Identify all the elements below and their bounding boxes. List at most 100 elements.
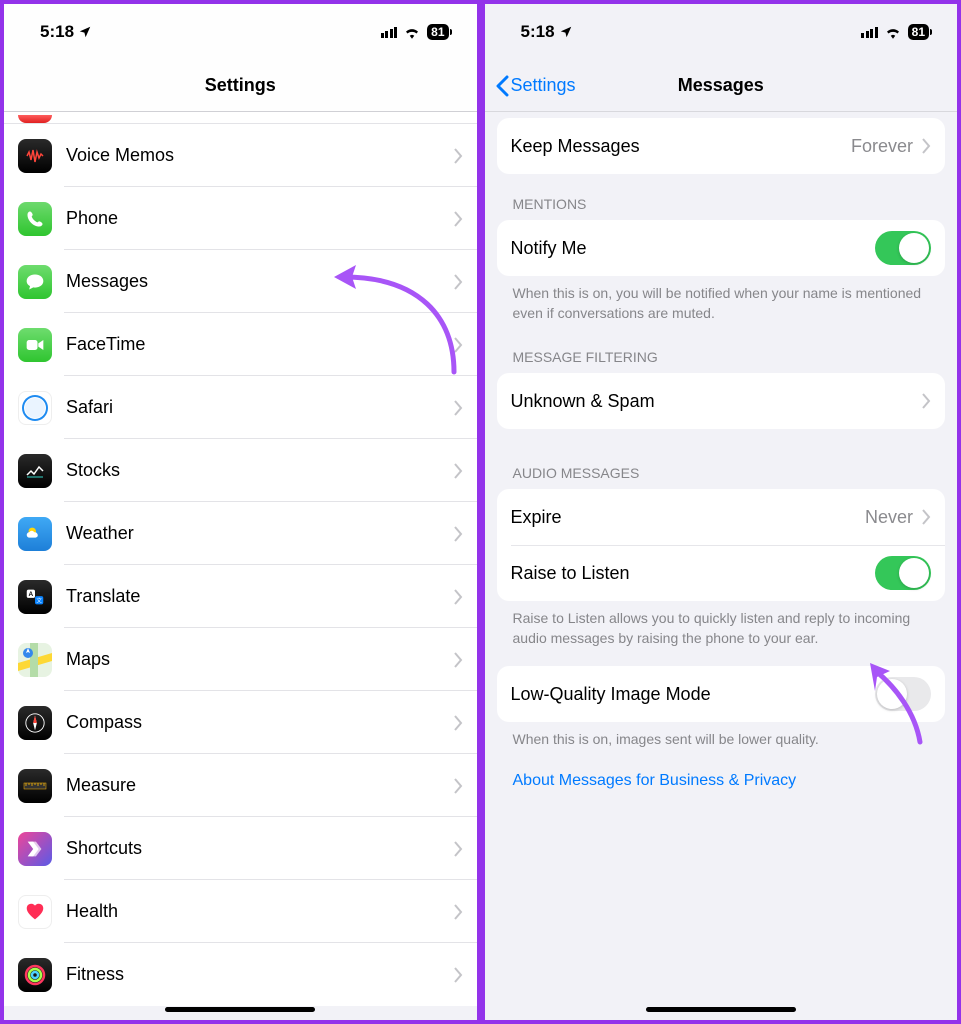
- chevron-right-icon: [921, 393, 931, 409]
- settings-row-facetime[interactable]: FaceTime: [4, 313, 477, 376]
- row-label: Translate: [66, 586, 453, 607]
- row-low-quality-image: Low-Quality Image Mode: [497, 666, 946, 722]
- row-label: Keep Messages: [511, 136, 851, 157]
- back-label: Settings: [511, 75, 576, 96]
- chevron-right-icon: [453, 337, 463, 353]
- cellular-icon: [381, 26, 398, 38]
- chevron-right-icon: [453, 841, 463, 857]
- chevron-right-icon: [453, 274, 463, 290]
- settings-list-scroll[interactable]: Voice Memos Phone Messages: [4, 112, 477, 1020]
- status-time: 5:18: [521, 22, 555, 42]
- nav-bar: Settings Messages: [485, 60, 958, 112]
- measure-icon: [18, 769, 52, 803]
- location-icon: [559, 25, 573, 39]
- row-label: Unknown & Spam: [511, 391, 922, 412]
- settings-row-fitness[interactable]: Fitness: [4, 943, 477, 1006]
- settings-row-weather[interactable]: Weather: [4, 502, 477, 565]
- status-bar: 5:18 81: [485, 4, 958, 60]
- messages-settings-scroll[interactable]: Keep Messages Forever MENTIONS Notify Me…: [485, 112, 958, 1020]
- chevron-right-icon: [921, 138, 931, 154]
- back-button[interactable]: Settings: [495, 75, 576, 97]
- row-unknown-spam[interactable]: Unknown & Spam: [497, 373, 946, 429]
- nav-bar: Settings: [4, 60, 477, 112]
- chevron-right-icon: [453, 148, 463, 164]
- section-header-mentions: MENTIONS: [497, 174, 946, 220]
- settings-row-health[interactable]: Health: [4, 880, 477, 943]
- chevron-right-icon: [453, 904, 463, 920]
- right-screenshot: 5:18 81 Settings Messages: [481, 0, 961, 1024]
- chevron-right-icon: [453, 589, 463, 605]
- settings-row-safari[interactable]: Safari: [4, 376, 477, 439]
- row-detail: Never: [865, 507, 913, 528]
- settings-row-translate[interactable]: A文 Translate: [4, 565, 477, 628]
- cellular-icon: [861, 26, 878, 38]
- chevron-right-icon: [453, 715, 463, 731]
- stocks-icon: [18, 454, 52, 488]
- settings-row-voice-memos[interactable]: Voice Memos: [4, 124, 477, 187]
- raise-to-listen-toggle[interactable]: [875, 556, 931, 590]
- maps-icon: [18, 643, 52, 677]
- nav-title: Messages: [678, 75, 764, 96]
- svg-text:文: 文: [36, 596, 42, 604]
- chevron-right-icon: [453, 967, 463, 983]
- location-icon: [78, 25, 92, 39]
- translate-icon: A文: [18, 580, 52, 614]
- wifi-icon: [403, 25, 421, 39]
- about-privacy-link[interactable]: About Messages for Business & Privacy: [497, 754, 946, 808]
- status-time: 5:18: [40, 22, 74, 42]
- chevron-right-icon: [453, 778, 463, 794]
- chevron-right-icon: [453, 652, 463, 668]
- svg-text:A: A: [29, 591, 34, 598]
- safari-icon: [18, 391, 52, 425]
- wifi-icon: [884, 25, 902, 39]
- row-label: Expire: [511, 507, 865, 528]
- notify-me-toggle[interactable]: [875, 231, 931, 265]
- home-indicator: [646, 1007, 796, 1012]
- row-label: Notify Me: [511, 238, 876, 259]
- chevron-right-icon: [453, 526, 463, 542]
- row-label: Messages: [66, 271, 453, 292]
- settings-row-messages[interactable]: Messages: [4, 250, 477, 313]
- section-header-filtering: MESSAGE FILTERING: [497, 327, 946, 373]
- nav-title: Settings: [205, 75, 276, 96]
- chevron-left-icon: [495, 75, 509, 97]
- row-label: Phone: [66, 208, 453, 229]
- fitness-icon: [18, 958, 52, 992]
- battery-icon: 81: [908, 24, 929, 40]
- row-label: Measure: [66, 775, 453, 796]
- section-footer-audio: Raise to Listen allows you to quickly li…: [497, 601, 946, 652]
- chevron-right-icon: [921, 509, 931, 525]
- row-label: Voice Memos: [66, 145, 453, 166]
- row-label: Low-Quality Image Mode: [511, 684, 876, 705]
- section-footer-mentions: When this is on, you will be notified wh…: [497, 276, 946, 327]
- row-label: FaceTime: [66, 334, 453, 355]
- row-raise-to-listen: Raise to Listen: [497, 545, 946, 601]
- voice-memos-icon: [18, 139, 52, 173]
- messages-icon: [18, 265, 52, 299]
- row-notify-me: Notify Me: [497, 220, 946, 276]
- battery-icon: 81: [427, 24, 448, 40]
- chevron-right-icon: [453, 211, 463, 227]
- settings-row-phone[interactable]: Phone: [4, 187, 477, 250]
- row-label: Shortcuts: [66, 838, 453, 859]
- row-expire[interactable]: Expire Never: [497, 489, 946, 545]
- low-quality-toggle[interactable]: [875, 677, 931, 711]
- settings-row-measure[interactable]: Measure: [4, 754, 477, 817]
- chevron-right-icon: [453, 463, 463, 479]
- compass-icon: [18, 706, 52, 740]
- settings-row-maps[interactable]: Maps: [4, 628, 477, 691]
- health-icon: [18, 895, 52, 929]
- settings-row-compass[interactable]: Compass: [4, 691, 477, 754]
- chevron-right-icon: [453, 400, 463, 416]
- row-label: Weather: [66, 523, 453, 544]
- row-detail: Forever: [851, 136, 913, 157]
- shortcuts-icon: [18, 832, 52, 866]
- row-label: Compass: [66, 712, 453, 733]
- row-label: Raise to Listen: [511, 563, 876, 584]
- status-bar: 5:18 81: [4, 4, 477, 60]
- row-label: Safari: [66, 397, 453, 418]
- settings-row-shortcuts[interactable]: Shortcuts: [4, 817, 477, 880]
- settings-row-stocks[interactable]: Stocks: [4, 439, 477, 502]
- row-keep-messages[interactable]: Keep Messages Forever: [497, 118, 946, 174]
- row-label: Stocks: [66, 460, 453, 481]
